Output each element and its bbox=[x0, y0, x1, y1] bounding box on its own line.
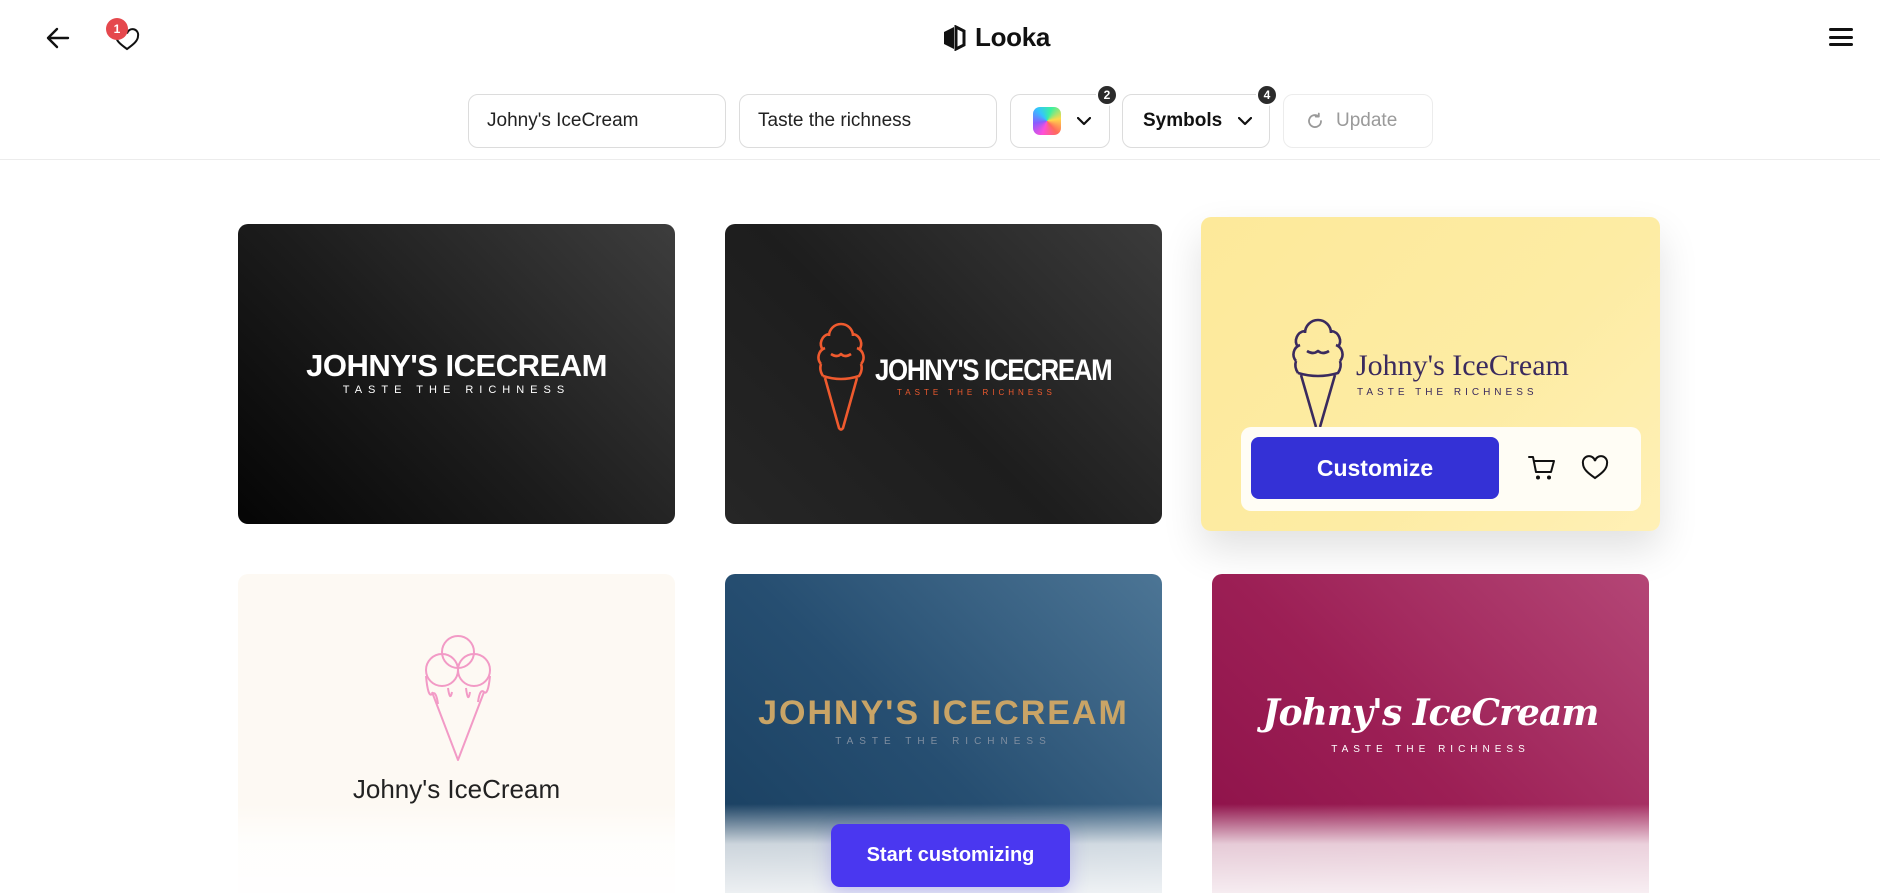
colors-count-badge: 2 bbox=[1096, 84, 1118, 106]
update-button[interactable]: Update bbox=[1283, 94, 1433, 148]
chevron-down-icon bbox=[1238, 116, 1253, 125]
logo-options-toolbar: 2 Symbols 4 Update bbox=[0, 76, 1880, 160]
menu-button[interactable] bbox=[1826, 24, 1856, 50]
top-bar: 1 Looka bbox=[0, 0, 1880, 76]
brand-name: Looka bbox=[975, 22, 1051, 52]
customize-button[interactable]: Customize bbox=[1251, 437, 1499, 499]
logo-card[interactable]: Johny's IceCream TASTE THE RICHNESS Cust… bbox=[1201, 217, 1660, 531]
logo-tagline: TASTE THE RICHNESS bbox=[342, 384, 571, 396]
logo-name: Johny's IceCream bbox=[1356, 349, 1569, 382]
card-actions: Customize bbox=[1241, 427, 1641, 511]
logo-tagline: TASTE THE RICHNESS bbox=[897, 388, 1056, 397]
logo-name: Johny's IceCream bbox=[352, 774, 561, 804]
logo-card[interactable]: Johny's IceCream bbox=[238, 574, 675, 893]
hamburger-menu-icon bbox=[1829, 28, 1853, 31]
add-to-cart-button[interactable] bbox=[1525, 451, 1559, 485]
arrow-left-icon bbox=[46, 27, 70, 49]
logo-tagline: TASTE THE RICHNESS bbox=[835, 736, 1052, 747]
logo-name: JOHNY'S ICECREAM bbox=[306, 348, 607, 383]
logo-tagline: TASTE THE RICHNESS bbox=[1357, 387, 1538, 398]
favorite-button[interactable] bbox=[1578, 451, 1612, 485]
logo-card[interactable]: JOHNY'S ICECREAM TASTE THE RICHNESS bbox=[725, 224, 1162, 524]
logo-tagline: TASTE THE RICHNESS bbox=[1331, 744, 1530, 755]
ice-cream-cone-icon bbox=[817, 322, 865, 431]
refresh-icon bbox=[1308, 112, 1322, 128]
logo-name: Johny's IceCream bbox=[1262, 692, 1600, 734]
logo-card[interactable]: Johny's IceCream TASTE THE RICHNESS bbox=[1212, 574, 1649, 893]
looka-logo-icon bbox=[944, 24, 966, 51]
company-name-input[interactable] bbox=[468, 94, 726, 148]
logo-name: JOHNY'S ICECREAM bbox=[758, 694, 1129, 732]
update-label: Update bbox=[1336, 110, 1398, 131]
favorites-count-badge: 1 bbox=[106, 18, 128, 40]
chevron-down-icon bbox=[1077, 116, 1091, 125]
color-palette-icon bbox=[1033, 107, 1061, 135]
favorites-button[interactable]: 1 bbox=[106, 18, 142, 54]
logo-name: JOHNY'S ICECREAM bbox=[875, 354, 1113, 387]
brand-logo[interactable]: Looka bbox=[941, 22, 1050, 53]
ice-cream-cone-icon bbox=[1292, 318, 1344, 427]
symbols-count-badge: 4 bbox=[1256, 84, 1278, 106]
ice-cream-cone-icon bbox=[425, 635, 491, 761]
symbols-label: Symbols bbox=[1143, 110, 1223, 131]
symbols-dropdown[interactable]: Symbols bbox=[1122, 94, 1270, 148]
back-button[interactable] bbox=[44, 24, 72, 52]
logo-card[interactable]: JOHNY'S ICECREAM TASTE THE RICHNESS bbox=[238, 224, 675, 524]
cart-icon bbox=[1528, 456, 1555, 480]
start-customizing-button[interactable]: Start customizing bbox=[831, 824, 1070, 887]
heart-icon bbox=[1581, 455, 1609, 480]
colors-dropdown[interactable] bbox=[1010, 94, 1110, 148]
slogan-input[interactable] bbox=[739, 94, 997, 148]
